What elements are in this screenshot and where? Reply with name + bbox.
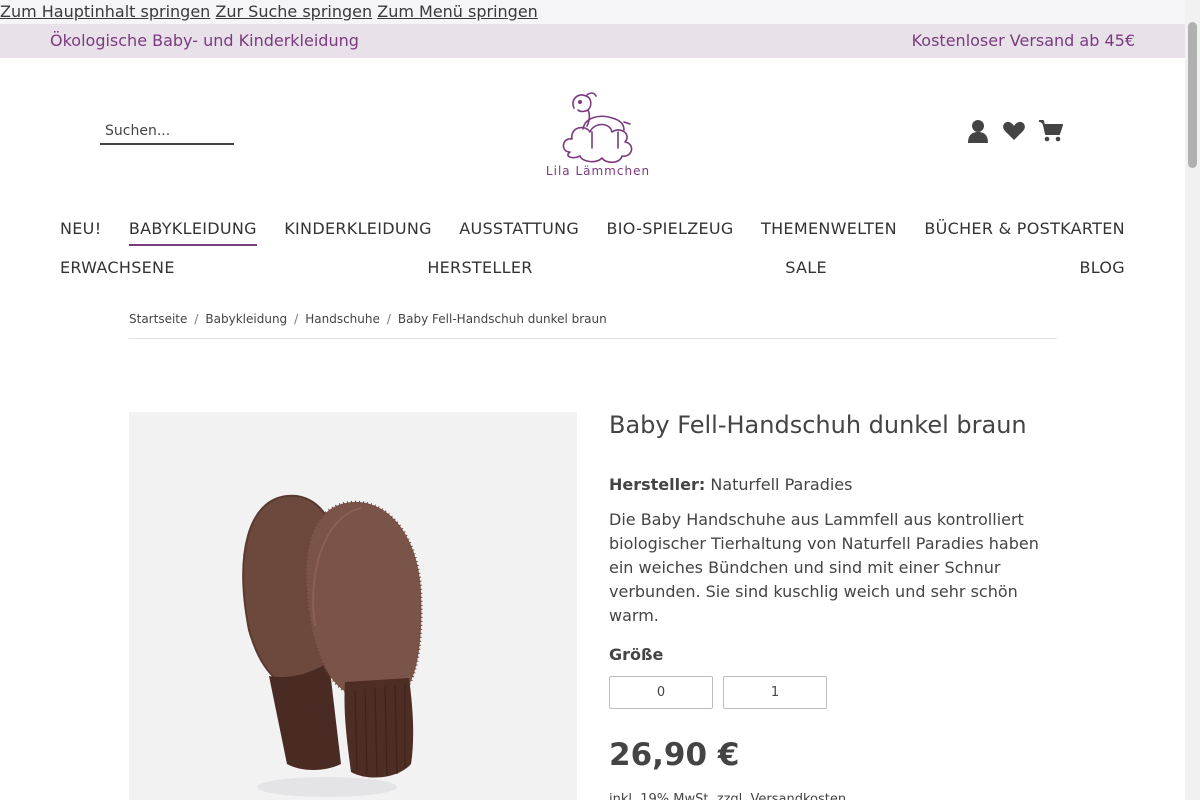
nav-item-hersteller[interactable]: HERSTELLER — [427, 255, 532, 281]
skip-to-menu-link[interactable]: Zum Menü springen — [377, 2, 538, 21]
scrollbar-thumb[interactable] — [1188, 22, 1197, 168]
product-description: Die Baby Handschuhe aus Lammfell aus kon… — [609, 510, 1039, 625]
header-icons — [966, 118, 1063, 144]
size-option-0[interactable]: 0 — [609, 676, 713, 709]
size-label: Größe — [609, 645, 664, 664]
top-bar: Ökologische Baby- und Kinderkleidung Kos… — [0, 24, 1185, 58]
skip-to-search-link[interactable]: Zur Suche springen — [215, 2, 372, 21]
size-option-1[interactable]: 1 — [723, 676, 827, 709]
breadcrumb-separator: / — [294, 312, 299, 326]
manufacturer-name[interactable]: Naturfell Paradies — [710, 475, 852, 494]
nav-item-babykleidung[interactable]: BABYKLEIDUNG — [128, 216, 257, 246]
skip-to-main-link[interactable]: Zum Hauptinhalt springen — [0, 2, 210, 21]
product-title: Baby Fell-Handschuh dunkel braun — [609, 411, 1027, 439]
search-input[interactable]: Suchen... — [100, 120, 234, 145]
manufacturer-label: Hersteller: — [609, 475, 706, 494]
nav-item-neu[interactable]: NEU! — [60, 216, 101, 242]
nav-item-buecher-postkarten[interactable]: BÜCHER & POSTKARTEN — [924, 216, 1125, 242]
skip-links: Zum Hauptinhalt springen Zur Suche sprin… — [0, 0, 1185, 24]
breadcrumb-item[interactable]: Babykleidung — [205, 312, 287, 326]
nav-item-sale[interactable]: SALE — [785, 255, 827, 281]
nav-item-erwachsene[interactable]: ERWACHSENE — [60, 255, 175, 281]
breadcrumb-separator: / — [194, 312, 199, 326]
logo-text: Lila Lämmchen — [545, 164, 651, 178]
tax-note: inkl. 19% MwSt. zzgl. Versandkosten — [609, 792, 847, 800]
nav-item-kinderkleidung[interactable]: KINDERKLEIDUNG — [284, 216, 432, 242]
heart-icon[interactable] — [1002, 118, 1026, 144]
nav-item-blog[interactable]: BLOG — [1079, 255, 1125, 281]
size-options: 0 1 — [609, 676, 827, 709]
scrollbar[interactable] — [1185, 0, 1200, 800]
breadcrumb-current: Baby Fell-Handschuh dunkel braun — [397, 312, 607, 326]
breadcrumb-item[interactable]: Handschuhe — [305, 312, 380, 326]
product-image[interactable] — [129, 412, 577, 800]
nav-item-ausstattung[interactable]: AUSSTATTUNG — [459, 216, 579, 242]
main-nav-row-1: NEU! BABYKLEIDUNG KINDERKLEIDUNG AUSSTAT… — [60, 216, 1125, 246]
mittens-illustration — [242, 494, 423, 797]
tagline: Ökologische Baby- und Kinderkleidung — [50, 31, 359, 50]
main-nav-row-2: ERWACHSENE HERSTELLER SALE BLOG — [60, 255, 1125, 281]
manufacturer: Hersteller: Naturfell Paradies — [609, 475, 852, 494]
cart-icon[interactable] — [1038, 118, 1063, 144]
nav-item-bio-spielzeug[interactable]: BIO-SPIELZEUG — [606, 216, 733, 242]
breadcrumb-item[interactable]: Startseite — [129, 312, 187, 326]
breadcrumb-separator: / — [386, 312, 391, 326]
user-icon[interactable] — [966, 118, 990, 144]
price: 26,90 € — [609, 737, 740, 773]
nav-item-themenwelten[interactable]: THEMENWELTEN — [761, 216, 897, 242]
breadcrumb: Startseite / Babykleidung / Handschuhe / Baby … — [129, 312, 1057, 339]
shipping-notice: Kostenloser Versand ab 45€ — [911, 31, 1135, 50]
